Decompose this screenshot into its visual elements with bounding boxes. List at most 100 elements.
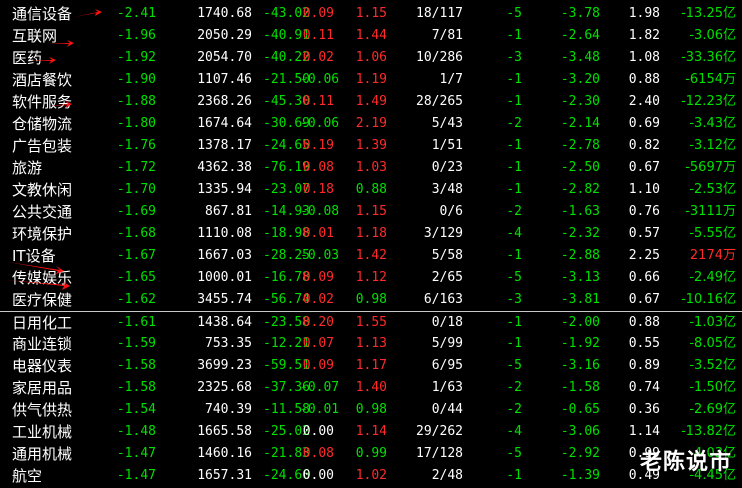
leader-change: -2.82 [560, 182, 600, 197]
sector-row[interactable]: 工业机械 -1.48 1665.58 -25.02 0.00 1.14 29/262 -4 -3… [0, 421, 742, 443]
turnover-rate: 1.10 [628, 182, 660, 197]
volume-ratio: 1.42 [355, 248, 387, 263]
rise-speed: -0.07 [300, 380, 340, 395]
up-down-count: 6/95 [431, 358, 463, 373]
sector-row[interactable]: 电器仪表 -1.58 3699.23 -59.51 0.09 1.17 6/95 -5 -3.1… [0, 355, 742, 377]
volume-ratio: 1.03 [355, 160, 387, 175]
rise-speed: 0.20 [302, 315, 334, 330]
rise-speed: 0.08 [302, 446, 334, 461]
sector-row[interactable]: 旅游 -1.72 4362.38 -76.19 0.08 1.03 0/23 -1 -2.50 0… [0, 157, 742, 179]
volume-ratio: 1.39 [355, 138, 387, 153]
up-down-count: 5/99 [431, 336, 463, 351]
rise-speed: 0.00 [302, 424, 334, 439]
up-down-count: 0/44 [431, 402, 463, 417]
up-down-count: 1/63 [431, 380, 463, 395]
leader-change: -2.30 [560, 94, 600, 109]
rise-speed: 0.09 [302, 270, 334, 285]
leader-rank: -2 [506, 204, 522, 219]
sector-row[interactable]: 航空 -1.47 1657.31 -24.66 0.00 1.02 2/48 -1 -1.39 0… [0, 465, 742, 487]
sector-row[interactable]: 医疗保健 -1.62 3455.74 -56.74 0.02 0.98 6/163 -3 -3.… [0, 289, 742, 311]
sector-row[interactable]: 通信设备 -2.41 1740.68 -43.02 0.09 1.15 18/117 -5 -3… [0, 3, 742, 25]
volume-ratio: 1.19 [355, 72, 387, 87]
leader-change: -2.32 [560, 226, 600, 241]
sector-row[interactable]: 供气供热 -1.54 740.39 -11.58 -0.01 0.98 0/44 -2 -0.6… [0, 399, 742, 421]
leader-rank: -1 [506, 160, 522, 175]
net-amount: -12.23亿 [681, 94, 736, 109]
leader-change: -3.13 [560, 270, 600, 285]
rise-speed: 0.02 [302, 50, 334, 65]
change-percent: -1.76 [116, 138, 156, 153]
volume-ratio: 1.12 [355, 270, 387, 285]
turnover-rate: 0.74 [628, 380, 660, 395]
sector-row[interactable]: 文教休闲 -1.70 1335.94 -23.07 0.18 0.88 3/48 -1 -2.8… [0, 179, 742, 201]
change-percent: -1.72 [116, 160, 156, 175]
volume-ratio: 1.17 [355, 358, 387, 373]
change-percent: -1.67 [116, 248, 156, 263]
leader-rank: -1 [506, 182, 522, 197]
leader-rank: -1 [506, 468, 522, 483]
leader-change: -1.92 [560, 336, 600, 351]
index-price: 2054.70 [197, 50, 252, 65]
leader-rank: -4 [506, 226, 522, 241]
leader-change: -1.39 [560, 468, 600, 483]
net-amount: -8.05亿 [689, 336, 736, 351]
watermark-text: 老陈说市 [639, 450, 732, 475]
sector-row[interactable]: 通用机械 -1.47 1460.16 -21.83 0.08 0.99 17/128 -5 -2… [0, 443, 742, 465]
sector-row[interactable]: 商业连锁 -1.59 753.35 -12.21 0.07 1.13 5/99 -1 -1.92… [0, 333, 742, 355]
sector-quote-board: 通信设备 -2.41 1740.68 -43.02 0.09 1.15 18/117 -5 -3… [0, 0, 742, 488]
rise-speed: 0.09 [302, 6, 334, 21]
sector-row[interactable]: 公共交通 -1.69 867.81 -14.93 -0.08 1.15 0/6 -2 -1.63… [0, 201, 742, 223]
up-down-count: 5/43 [431, 116, 463, 131]
turnover-rate: 0.67 [628, 292, 660, 307]
index-price: 4362.38 [197, 160, 252, 175]
sector-row[interactable]: 广告包装 -1.76 1378.17 -24.65 0.19 1.39 1/51 -1 -2.7… [0, 135, 742, 157]
net-amount: -13.25亿 [681, 6, 736, 21]
leader-change: -0.65 [560, 402, 600, 417]
leader-change: -2.78 [560, 138, 600, 153]
volume-ratio: 0.88 [355, 182, 387, 197]
volume-ratio: 1.18 [355, 226, 387, 241]
leader-change: -3.16 [560, 358, 600, 373]
index-price: 1657.31 [197, 468, 252, 483]
up-down-count: 0/23 [431, 160, 463, 175]
net-amount: -13.82亿 [681, 424, 736, 439]
change-percent: -1.54 [116, 402, 156, 417]
net-amount: -2.69亿 [689, 402, 736, 417]
rise-speed: 0.02 [302, 292, 334, 307]
rise-speed: 0.09 [302, 358, 334, 373]
net-amount: -3.06亿 [689, 28, 736, 43]
rise-speed: 0.01 [302, 226, 334, 241]
leader-change: -3.06 [560, 424, 600, 439]
index-price: 1674.64 [197, 116, 252, 131]
index-price: 740.39 [205, 402, 252, 417]
index-price: 1438.64 [197, 315, 252, 330]
rise-speed: -0.06 [300, 116, 340, 131]
volume-ratio: 0.98 [355, 402, 387, 417]
sector-row[interactable]: 传媒娱乐 -1.65 1000.01 -16.78 0.09 1.12 2/65 -5 -3.1… [0, 267, 742, 289]
change-percent: -1.80 [116, 116, 156, 131]
sector-row[interactable]: 日用化工 -1.61 1438.64 -23.58 0.20 1.55 0/18 -1 -2.0… [0, 311, 742, 334]
change-percent: -1.62 [116, 292, 156, 307]
sector-row[interactable]: 酒店餐饮 -1.90 1107.46 -21.50 -0.06 1.19 1/7 -1 -3.2… [0, 69, 742, 91]
sector-row[interactable]: 软件服务 -1.88 2368.26 -45.30 0.11 1.49 28/265 -1 -2… [0, 91, 742, 113]
index-price: 1110.08 [197, 226, 252, 241]
sector-row[interactable]: 医药 -1.92 2054.70 -40.22 0.02 1.06 10/286 -3 -3.4… [0, 47, 742, 69]
sector-row[interactable]: 仓储物流 -1.80 1674.64 -30.69 -0.06 2.19 5/43 -2 -2.… [0, 113, 742, 135]
sector-row[interactable]: 互联网 -1.96 2050.29 -40.91 0.11 1.44 7/81 -1 -2.64… [0, 25, 742, 47]
turnover-rate: 2.25 [628, 248, 660, 263]
turnover-rate: 0.57 [628, 226, 660, 241]
leader-change: -2.64 [560, 28, 600, 43]
index-price: 2050.29 [197, 28, 252, 43]
change-percent: -1.59 [116, 336, 156, 351]
up-down-count: 29/262 [416, 424, 463, 439]
up-down-count: 0/6 [439, 204, 463, 219]
up-down-count: 28/265 [416, 94, 463, 109]
volume-ratio: 1.15 [355, 204, 387, 219]
leader-change: -1.58 [560, 380, 600, 395]
sector-row[interactable]: 家居用品 -1.58 2325.68 -37.36 -0.07 1.40 1/63 -2 -1.… [0, 377, 742, 399]
index-price: 753.35 [205, 336, 252, 351]
leader-change: -2.92 [560, 446, 600, 461]
sector-row[interactable]: 环境保护 -1.68 1110.08 -18.98 0.01 1.18 3/129 -4 -2.… [0, 223, 742, 245]
sector-row[interactable]: IT设备 -1.67 1667.03 -28.25 -0.03 1.42 5/58 -1 -2.… [0, 245, 742, 267]
rise-speed: 0.00 [302, 468, 334, 483]
